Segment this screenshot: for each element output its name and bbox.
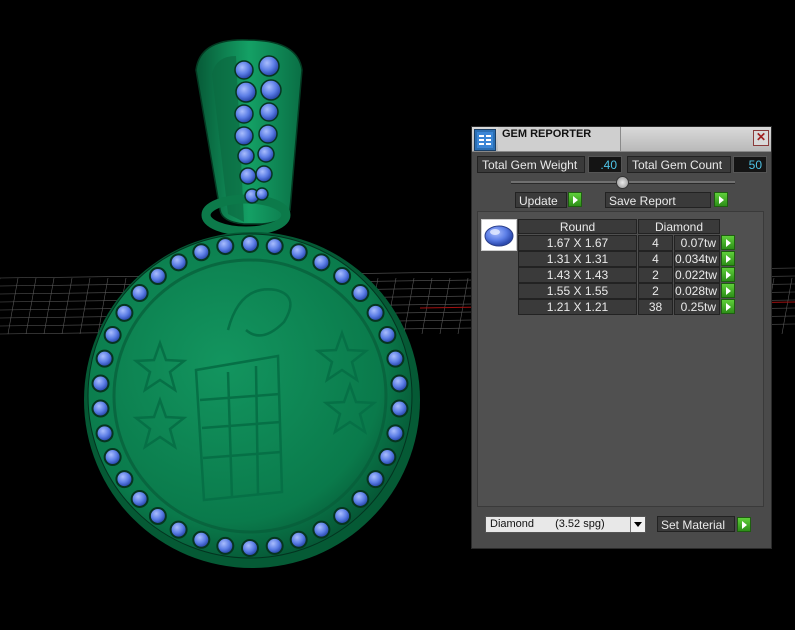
rim-gem — [390, 374, 409, 393]
gem-count-cell: 38 — [638, 299, 673, 315]
total-gem-count-label: Total Gem Count — [627, 156, 731, 173]
close-icon[interactable]: ✕ — [753, 130, 769, 146]
rim-gem — [169, 253, 188, 272]
rim-gem — [265, 536, 284, 555]
gem-weight-cell: 0.25tw — [674, 299, 720, 315]
rim-gem — [95, 424, 114, 443]
material-select[interactable]: Diamond (3.52 spg) — [485, 516, 646, 533]
bail-gem — [234, 104, 254, 124]
row-go-icon[interactable] — [721, 299, 735, 314]
panel-titlebar[interactable]: GEM REPORTER ✕ — [472, 127, 771, 152]
rim-gem — [192, 530, 211, 549]
bail-gem — [258, 124, 278, 144]
gem-size-cell: 1.31 X 1.31 — [518, 251, 637, 267]
rim-gem — [91, 374, 110, 393]
rim-gem — [192, 243, 211, 262]
bail-gem — [257, 145, 275, 163]
bail-gem — [235, 81, 257, 103]
rim-gem — [148, 267, 167, 286]
bail-gem — [260, 79, 282, 101]
rim-gem — [312, 520, 331, 539]
gem-count-cell: 4 — [638, 235, 673, 251]
bail-gem — [237, 147, 255, 165]
rim-gem — [386, 424, 405, 443]
row-go-icon[interactable] — [721, 283, 735, 298]
rim-gem — [115, 303, 134, 322]
rim-gem — [351, 489, 370, 508]
bail-gem — [255, 165, 273, 183]
bail-gem — [234, 126, 254, 146]
save-report-go-icon[interactable] — [714, 192, 728, 207]
rim-gem — [115, 470, 134, 489]
gem-reporter-panel: GEM REPORTER ✕ Total Gem Weight .40 Tota… — [471, 126, 772, 549]
rim-gem — [91, 399, 110, 418]
bail-gem — [258, 55, 280, 77]
rim-gem — [148, 506, 167, 525]
gem-thumbnail[interactable] — [481, 219, 517, 251]
total-gem-count-value: 50 — [733, 156, 767, 173]
rim-gem — [289, 243, 308, 262]
gem-size-cell: 1.21 X 1.21 — [518, 299, 637, 315]
rim-gem — [241, 235, 259, 253]
rim-gem — [216, 536, 235, 555]
material-name: Diamond — [490, 518, 535, 530]
rim-gem — [366, 303, 385, 322]
row-go-icon[interactable] — [721, 235, 735, 250]
gem-size-cell: 1.43 X 1.43 — [518, 267, 637, 283]
set-material-go-icon[interactable] — [737, 517, 751, 532]
rim-gem — [378, 325, 397, 344]
rim-gem — [312, 253, 331, 272]
bail-gem — [239, 167, 257, 185]
row-go-icon[interactable] — [721, 267, 735, 282]
update-go-icon[interactable] — [568, 192, 582, 207]
total-gem-weight-label: Total Gem Weight — [477, 156, 585, 173]
table-header-diamond[interactable]: Diamond — [638, 219, 720, 234]
gem-weight-cell: 0.022tw — [674, 267, 720, 283]
rim-gem — [333, 267, 352, 286]
panel-title: GEM REPORTER — [502, 128, 592, 140]
rim-gem — [103, 325, 122, 344]
table-header-round[interactable]: Round — [518, 219, 637, 234]
update-button[interactable]: Update — [515, 192, 567, 208]
gem-count-cell: 4 — [638, 251, 673, 267]
gem-weight-cell: 0.07tw — [674, 235, 720, 251]
bail-gem — [255, 187, 269, 201]
total-gem-weight-value: .40 — [588, 156, 622, 173]
rim-gem — [390, 399, 409, 418]
rim-gem — [265, 237, 284, 256]
gem-weight-cell: 0.028tw — [674, 283, 720, 299]
rim-gem — [366, 470, 385, 489]
gem-count-cell: 2 — [638, 267, 673, 283]
gem-weight-cell: 0.034tw — [674, 251, 720, 267]
rim-gem — [216, 237, 235, 256]
rim-gem — [241, 539, 259, 557]
slider-handle[interactable] — [616, 176, 629, 189]
rim-gem — [130, 284, 149, 303]
gem-reporter-icon — [474, 129, 496, 151]
row-go-icon[interactable] — [721, 251, 735, 266]
save-report-button[interactable]: Save Report — [605, 192, 711, 208]
gem-count-cell: 2 — [638, 283, 673, 299]
rim-gem — [130, 489, 149, 508]
bail-gem — [259, 102, 279, 122]
material-spg: (3.52 spg) — [555, 518, 605, 530]
rim-gem — [95, 349, 114, 368]
rim-gem — [378, 448, 397, 467]
rim-gem — [169, 520, 188, 539]
chevron-down-icon[interactable] — [630, 517, 645, 532]
rim-gem — [386, 349, 405, 368]
rim-gem — [333, 506, 352, 525]
rim-gem — [289, 530, 308, 549]
bail-gem — [234, 60, 254, 80]
gem-size-cell: 1.55 X 1.55 — [518, 283, 637, 299]
set-material-button[interactable]: Set Material — [657, 516, 735, 532]
rim-gem — [103, 448, 122, 467]
gem-size-cell: 1.67 X 1.67 — [518, 235, 637, 251]
rim-gem — [351, 284, 370, 303]
